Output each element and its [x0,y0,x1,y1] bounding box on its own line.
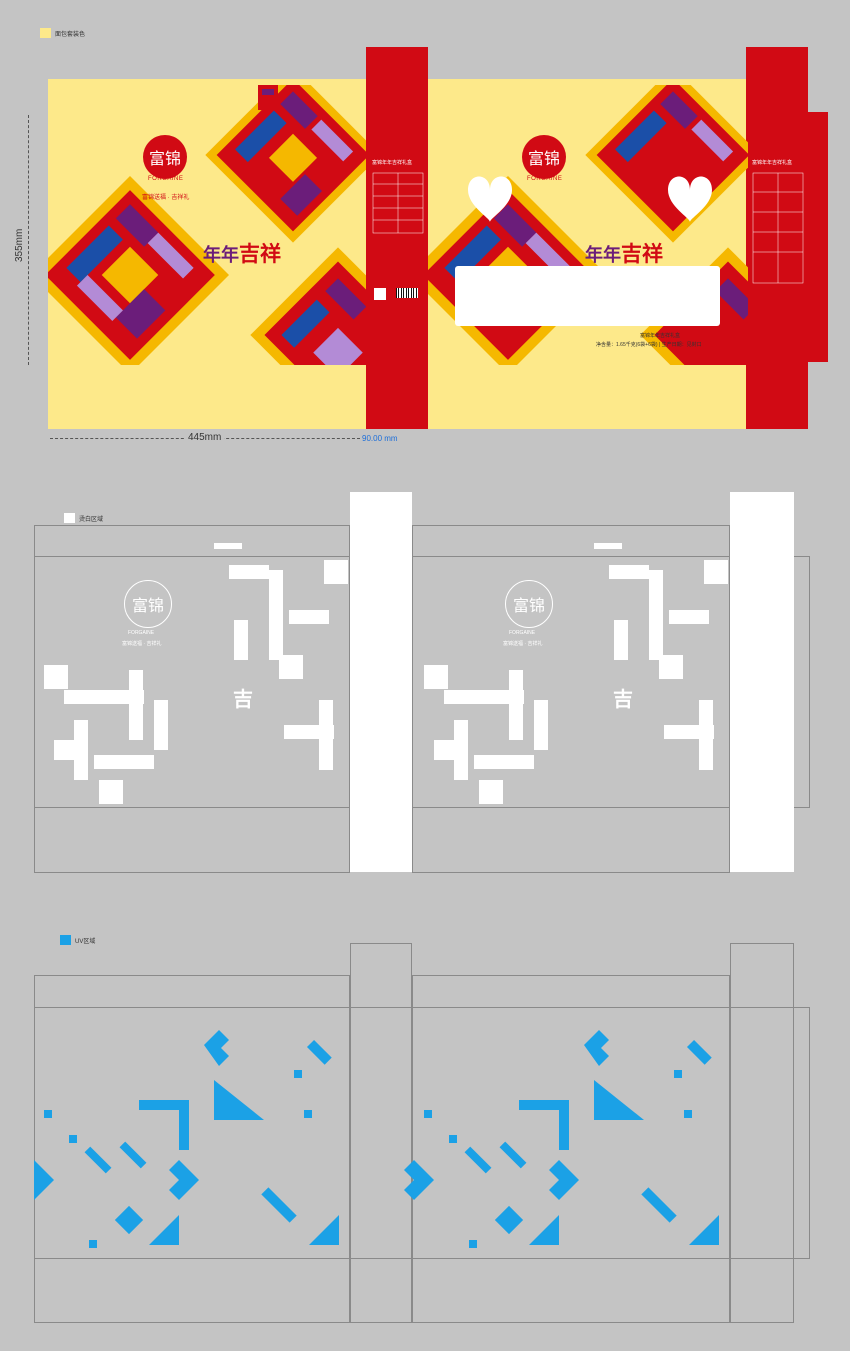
front-pattern-art [48,85,366,365]
brand-logo-back: 富锦 [522,135,566,179]
brand-en-back: FORGAINE [527,176,563,182]
legend-label-uv: UV区域 [75,938,96,945]
side-info-table [372,172,424,234]
product-line: 富锦年年吉祥礼盒 [640,333,681,339]
legend-silver: 烫白区域 [64,513,103,523]
silver-brand-logo: 富锦 [124,580,172,628]
brand-logo: 富锦 [143,135,187,179]
silver-brand-logo-back: 富锦 [505,580,553,628]
headline-back: 年年吉祥 [585,238,663,268]
barcode [396,288,418,298]
legend-swatch-uv [60,935,71,945]
width-dimension-label: 445mm [185,432,225,443]
legend-label: 面包套装色 [55,31,86,38]
headline-back-red: 吉祥 [621,241,663,266]
side-width-dimension-label: 90.00 mm [362,434,398,443]
brand-slogan: 富锦送福 · 吉祥礼 [142,195,190,201]
recycle-mark [374,288,386,300]
headline: 年年吉祥 [203,238,281,268]
headline-main: 年年 [203,245,239,266]
legend-label-silver: 烫白区域 [79,516,104,523]
silver-brand-en: FORGAINE [128,630,155,636]
silver-ji-back: 吉 [613,687,633,711]
height-dimension-label: 355mm [14,228,25,262]
uv-pattern [34,1030,719,1248]
side-info-title: 富锦年年吉祥礼盒 [372,160,413,166]
height-dimension-line [28,115,29,365]
headline-back-main: 年年 [585,245,621,266]
silver-slogan: 富锦送福 · 吉祥礼 [122,641,162,647]
legend-color: 面包套装色 [40,28,85,38]
side-info-title-2: 富锦年年吉祥礼盒 [752,160,793,166]
display-window [455,266,720,326]
silver-brand-en-back: FORGAINE [509,630,536,636]
legend-uv: UV区域 [60,935,95,945]
headline-red: 吉祥 [239,241,281,266]
glue-flap [808,112,828,362]
silver-ji: 吉 [233,687,253,711]
net-weight: 净含量：1.65千克(6袋+6袋) | 生产日期：见封口 [596,342,702,348]
brand-en: FORGAINE [148,176,184,182]
legend-swatch [40,28,51,38]
legend-swatch-silver [64,513,75,523]
side-info-table-2 [752,172,804,284]
silver-slogan-back: 富锦送福 · 吉祥礼 [503,641,543,647]
